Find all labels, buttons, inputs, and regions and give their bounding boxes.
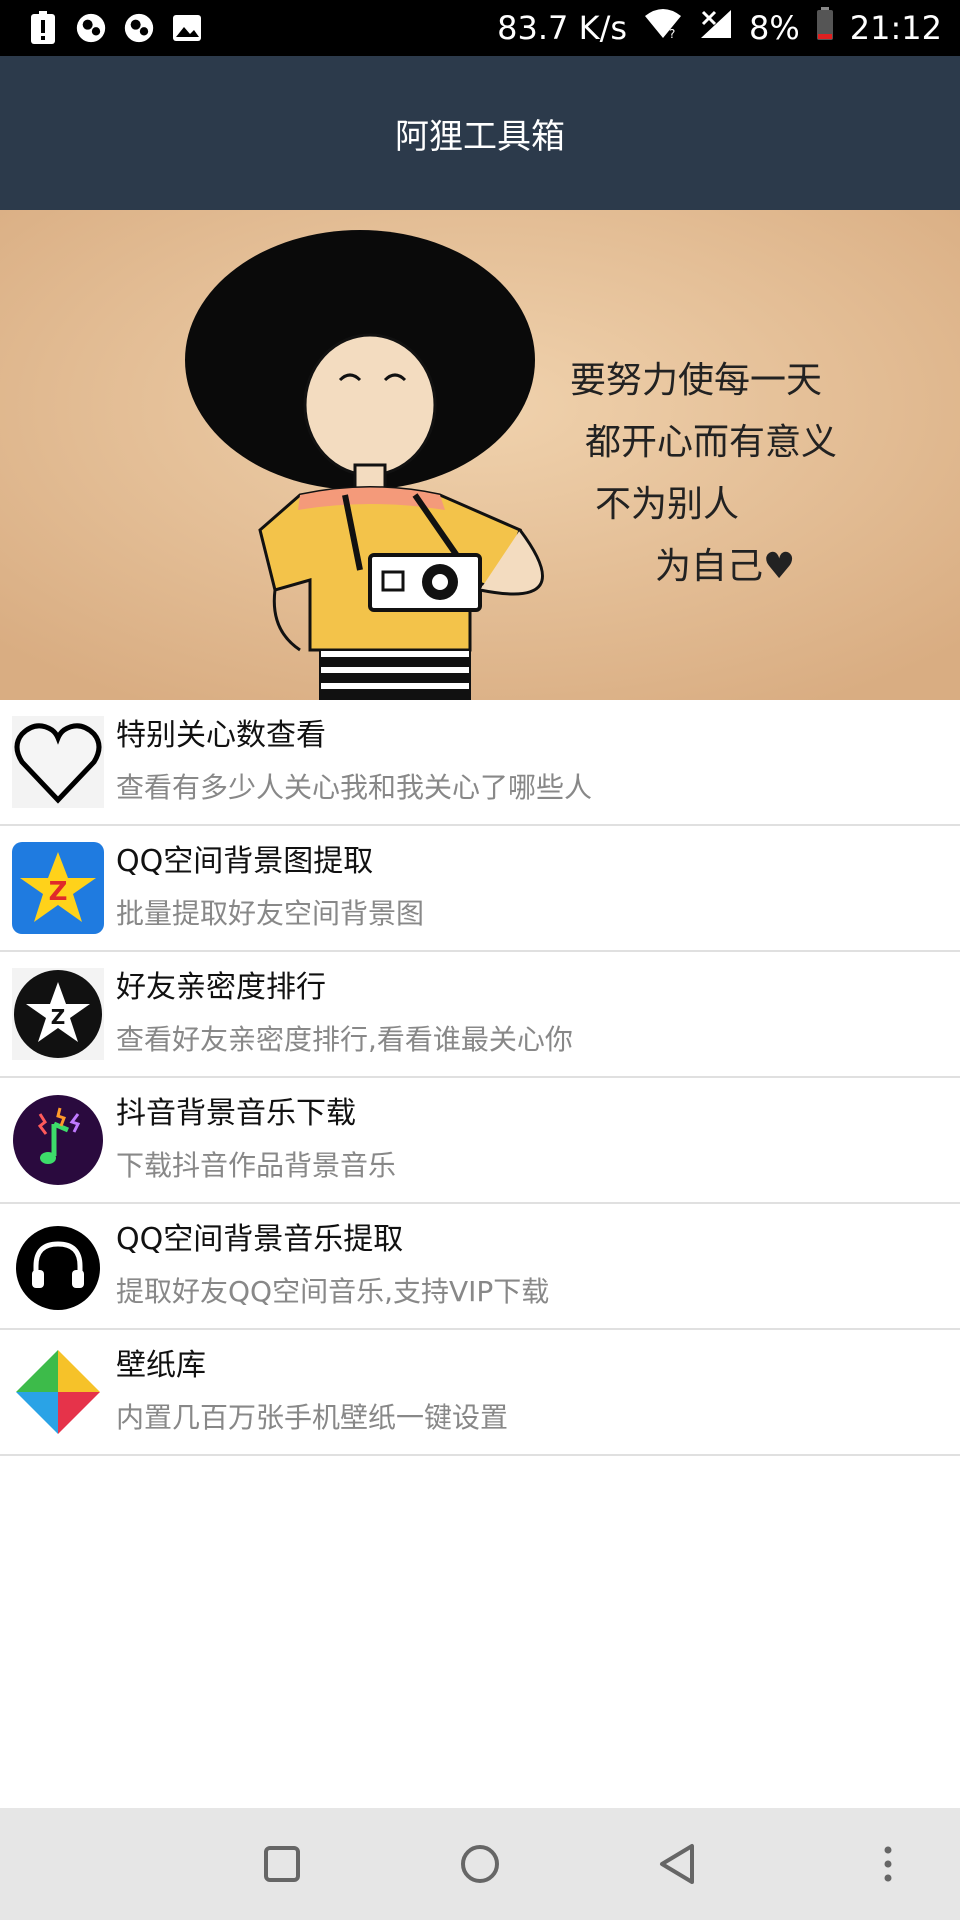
signal-icon [699, 8, 733, 48]
qzone-round-icon: Z [12, 968, 104, 1060]
item-title: 好友亲密度排行 [116, 970, 326, 1005]
image-icon [172, 13, 202, 43]
svg-text:?: ? [669, 27, 675, 40]
item-title: 壁纸库 [116, 1348, 206, 1383]
battery-percent: 8% [749, 9, 800, 47]
clock: 21:12 [849, 9, 942, 47]
list-item-qzone-music[interactable]: QQ空间背景音乐提取 提取好友QQ空间音乐,支持VIP下载 [0, 1204, 960, 1330]
banner-image[interactable]: 要努力使每一天 都开心而有意义 不为别人 为自己♥ [0, 210, 960, 700]
wifi-icon: ? [643, 8, 683, 48]
net-speed: 83.7 K/s [497, 9, 628, 47]
more-menu-icon[interactable] [862, 1838, 914, 1890]
item-subtitle: 下载抖音作品背景音乐 [116, 1149, 397, 1182]
item-subtitle: 批量提取好友空间背景图 [116, 897, 425, 930]
item-subtitle: 内置几百万张手机壁纸一键设置 [116, 1401, 509, 1434]
alert-icon [28, 11, 58, 44]
notification-icons [0, 11, 202, 44]
list-item-intimacy[interactable]: Z 好友亲密度排行 查看好友亲密度排行,看看谁最关心你 [0, 952, 960, 1078]
banner-line: 要努力使每一天 [570, 360, 823, 401]
item-title: QQ空间背景音乐提取 [116, 1222, 404, 1257]
banner-line: 不为别人 [595, 484, 740, 525]
list-item-wallpaper[interactable]: 壁纸库 内置几百万张手机壁纸一键设置 [0, 1330, 960, 1456]
item-title: 特别关心数查看 [116, 718, 326, 753]
app-bar: 阿狸工具箱 [0, 56, 960, 210]
item-subtitle: 查看好友亲密度排行,看看谁最关心你 [116, 1023, 573, 1056]
list-item-douyin-music[interactable]: 抖音背景音乐下载 下载抖音作品背景音乐 [0, 1078, 960, 1204]
status-bar: 83.7 K/s ? 8% 21:12 [0, 0, 960, 56]
home-button[interactable] [454, 1838, 506, 1890]
system-nav-bar [0, 1808, 960, 1920]
page-title: 阿狸工具箱 [395, 116, 565, 157]
svg-text:Z: Z [49, 877, 68, 907]
svg-text:Z: Z [51, 1005, 66, 1029]
qzone-star-icon: Z [12, 842, 104, 934]
wallpaper-pinwheel-icon [12, 1346, 104, 1438]
music-note-icon [12, 1094, 104, 1186]
tool-list: 特别关心数查看 查看有多少人关心我和我关心了哪些人 Z QQ空间背景图提取 批量… [0, 700, 960, 1456]
recents-button[interactable] [256, 1838, 308, 1890]
headphones-icon [12, 1220, 104, 1312]
list-item-special-care[interactable]: 特别关心数查看 查看有多少人关心我和我关心了哪些人 [0, 700, 960, 826]
app-notification-icon [76, 13, 106, 43]
app-notification-icon [124, 13, 154, 43]
banner-line: 为自己♥ [655, 546, 796, 587]
item-subtitle: 提取好友QQ空间音乐,支持VIP下载 [116, 1275, 550, 1308]
list-item-qzone-bg[interactable]: Z QQ空间背景图提取 批量提取好友空间背景图 [0, 826, 960, 952]
banner-caption: 要努力使每一天 都开心而有意义 不为别人 为自己♥ [570, 350, 837, 598]
item-title: 抖音背景音乐下载 [116, 1096, 356, 1131]
heart-icon [12, 716, 104, 808]
item-subtitle: 查看有多少人关心我和我关心了哪些人 [116, 771, 593, 804]
item-title: QQ空间背景图提取 [116, 844, 374, 879]
back-button[interactable] [652, 1838, 704, 1890]
battery-icon [816, 7, 834, 49]
banner-line: 都开心而有意义 [585, 422, 838, 463]
